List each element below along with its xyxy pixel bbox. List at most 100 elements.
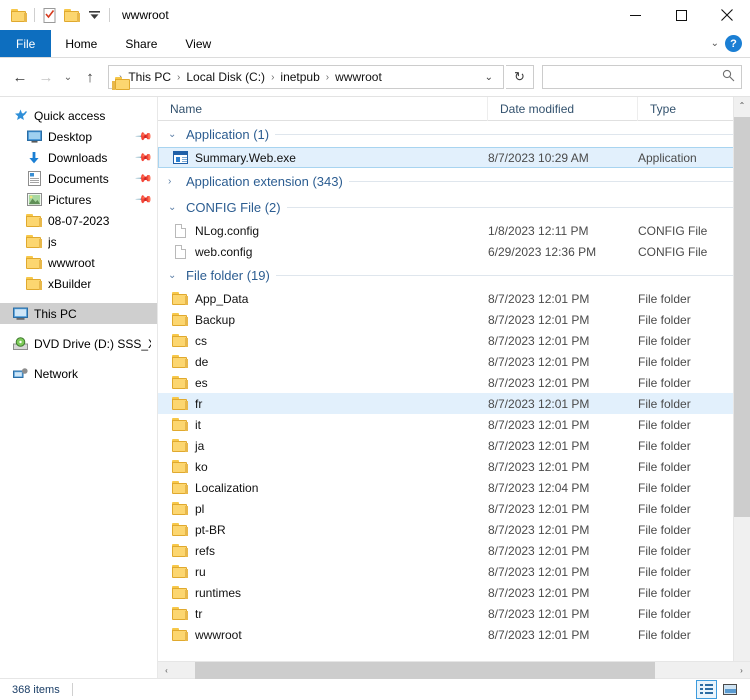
this-pc-icon <box>12 306 28 322</box>
sidebar-item-downloads[interactable]: Downloads 📌 <box>0 147 157 168</box>
breadcrumb-item-wwwroot[interactable]: wwwroot <box>330 70 387 84</box>
maximize-button[interactable] <box>658 0 704 30</box>
sidebar-item-wwwroot[interactable]: wwwroot <box>0 252 157 273</box>
sidebar-item-this-pc[interactable]: This PC <box>0 303 157 324</box>
vertical-scrollbar-thumb[interactable] <box>734 117 750 517</box>
large-icons-view-button[interactable] <box>719 680 740 699</box>
table-row[interactable]: Backup 8/7/2023 12:01 PM File folder <box>158 309 750 330</box>
file-date: 8/7/2023 12:01 PM <box>488 333 590 348</box>
table-row[interactable]: web.config 6/29/2023 12:36 PM CONFIG Fil… <box>158 241 750 262</box>
sidebar-item-pictures[interactable]: Pictures 📌 <box>0 189 157 210</box>
horizontal-scrollbar-thumb[interactable] <box>195 661 655 679</box>
tab-share[interactable]: Share <box>111 30 171 57</box>
sidebar-label-js: js <box>48 234 57 249</box>
table-row[interactable]: ru 8/7/2023 12:01 PM File folder <box>158 561 750 582</box>
table-row[interactable]: tr 8/7/2023 12:01 PM File folder <box>158 603 750 624</box>
scroll-left-button[interactable]: ‹ <box>158 662 175 679</box>
tab-file[interactable]: File <box>0 30 52 57</box>
table-row[interactable]: cs 8/7/2023 12:01 PM File folder <box>158 330 750 351</box>
tab-home[interactable]: Home <box>51 30 111 57</box>
breadcrumb-item-inetpub[interactable]: inetpub <box>275 70 324 84</box>
table-row[interactable]: NLog.config 1/8/2023 12:11 PM CONFIG Fil… <box>158 220 750 241</box>
sidebar-item-quick-access[interactable]: Quick access <box>0 105 157 126</box>
sidebar-item-desktop[interactable]: Desktop 📌 <box>0 126 157 147</box>
folder-icon <box>172 480 188 496</box>
pin-icon[interactable]: 📌 <box>135 127 154 146</box>
table-row[interactable]: wwwroot 8/7/2023 12:01 PM File folder <box>158 624 750 645</box>
chevron-down-icon[interactable] <box>83 4 105 26</box>
scroll-up-button[interactable]: ⌃ <box>734 97 750 114</box>
window-controls <box>612 0 750 30</box>
file-date: 8/7/2023 12:01 PM <box>488 585 590 600</box>
sidebar-item-xbuilder[interactable]: xBuilder <box>0 273 157 294</box>
up-button[interactable]: ↑ <box>78 65 102 89</box>
file-name: Backup <box>195 312 236 327</box>
table-row[interactable]: Summary.Web.exe 8/7/2023 10:29 AM Applic… <box>158 147 750 168</box>
table-row[interactable]: Localization 8/7/2023 12:04 PM File folder <box>158 477 750 498</box>
table-row[interactable]: pl 8/7/2023 12:01 PM File folder <box>158 498 750 519</box>
vertical-scrollbar[interactable]: ⌃ ⌄ <box>733 97 750 678</box>
close-button[interactable] <box>704 0 750 30</box>
sidebar-item-dvd-drive[interactable]: DVD Drive (D:) SSS_X6 <box>0 333 157 354</box>
folder-icon <box>172 375 188 391</box>
group-header-file-folder[interactable]: ⌄ File folder (19) <box>158 262 750 288</box>
scroll-right-button[interactable]: › <box>733 662 750 679</box>
details-view-button[interactable] <box>696 680 717 699</box>
help-button[interactable]: ? <box>725 35 742 52</box>
group-header-application[interactable]: ⌄ Application (1) <box>158 121 750 147</box>
horizontal-scrollbar[interactable]: ‹ › <box>158 661 750 679</box>
refresh-button[interactable]: ↻ <box>506 65 534 89</box>
table-row[interactable]: es 8/7/2023 12:01 PM File folder <box>158 372 750 393</box>
chevron-down-icon[interactable]: ⌄ <box>168 129 180 140</box>
search-input[interactable] <box>549 70 722 84</box>
forward-button: → <box>38 68 54 86</box>
table-row[interactable]: de 8/7/2023 12:01 PM File folder <box>158 351 750 372</box>
table-row[interactable]: refs 8/7/2023 12:01 PM File folder <box>158 540 750 561</box>
properties-icon[interactable] <box>39 4 61 26</box>
table-row[interactable]: ko 8/7/2023 12:01 PM File folder <box>158 456 750 477</box>
file-name: it <box>195 417 201 432</box>
group-header-application-extension[interactable]: › Application extension (343) <box>158 168 750 194</box>
table-row[interactable]: it 8/7/2023 12:01 PM File folder <box>158 414 750 435</box>
pin-icon[interactable]: 📌 <box>135 169 154 188</box>
tab-view[interactable]: View <box>171 30 225 57</box>
quick-access-toolbar <box>8 4 114 26</box>
sidebar-item-08-07-2023[interactable]: 08-07-2023 <box>0 210 157 231</box>
file-date: 8/7/2023 12:01 PM <box>488 564 590 579</box>
group-header-config-file[interactable]: ⌄ CONFIG File (2) <box>158 194 750 220</box>
table-row[interactable]: App_Data 8/7/2023 12:01 PM File folder <box>158 288 750 309</box>
expand-ribbon-icon[interactable]: ⌄ <box>711 38 719 49</box>
pin-icon[interactable]: 📌 <box>135 190 154 209</box>
chevron-down-icon[interactable]: ⌄ <box>168 202 180 213</box>
breadcrumb-item-local-disk[interactable]: Local Disk (C:) <box>181 70 270 84</box>
new-folder-icon[interactable] <box>61 4 83 26</box>
pin-icon[interactable]: 📌 <box>135 148 154 167</box>
address-dropdown-icon[interactable]: ⌄ <box>479 72 499 83</box>
column-header-name[interactable]: Name <box>158 96 488 121</box>
minimize-button[interactable] <box>612 0 658 30</box>
exe-icon <box>172 150 188 166</box>
table-row[interactable]: ja 8/7/2023 12:01 PM File folder <box>158 435 750 456</box>
search-icon[interactable] <box>722 69 735 85</box>
table-row[interactable]: fr 8/7/2023 12:01 PM File folder <box>158 393 750 414</box>
sidebar-item-js[interactable]: js <box>0 231 157 252</box>
chevron-right-icon[interactable]: › <box>168 176 180 187</box>
table-row[interactable]: runtimes 8/7/2023 12:01 PM File folder <box>158 582 750 603</box>
file-name: pl <box>195 501 205 516</box>
sidebar-label-pictures: Pictures <box>48 192 92 207</box>
sidebar-item-documents[interactable]: Documents 📌 <box>0 168 157 189</box>
back-button[interactable]: ← <box>8 65 32 89</box>
column-header-date-modified[interactable]: Date modified <box>488 96 638 121</box>
search-box[interactable] <box>542 65 742 89</box>
file-name: NLog.config <box>195 223 260 238</box>
recent-locations-button[interactable]: ⌄ <box>60 65 76 89</box>
folder-icon <box>172 543 188 559</box>
file-date: 8/7/2023 12:01 PM <box>488 354 590 369</box>
folder-icon[interactable] <box>8 4 30 26</box>
sidebar-item-network[interactable]: Network <box>0 363 157 384</box>
breadcrumb[interactable]: › This PC › Local Disk (C:) › inetpub › … <box>108 65 504 90</box>
table-row[interactable]: pt-BR 8/7/2023 12:01 PM File folder <box>158 519 750 540</box>
chevron-down-icon[interactable]: ⌄ <box>168 270 180 281</box>
breadcrumb-item-this-pc[interactable]: This PC <box>123 70 176 84</box>
horizontal-scrollbar-track[interactable] <box>175 661 733 679</box>
